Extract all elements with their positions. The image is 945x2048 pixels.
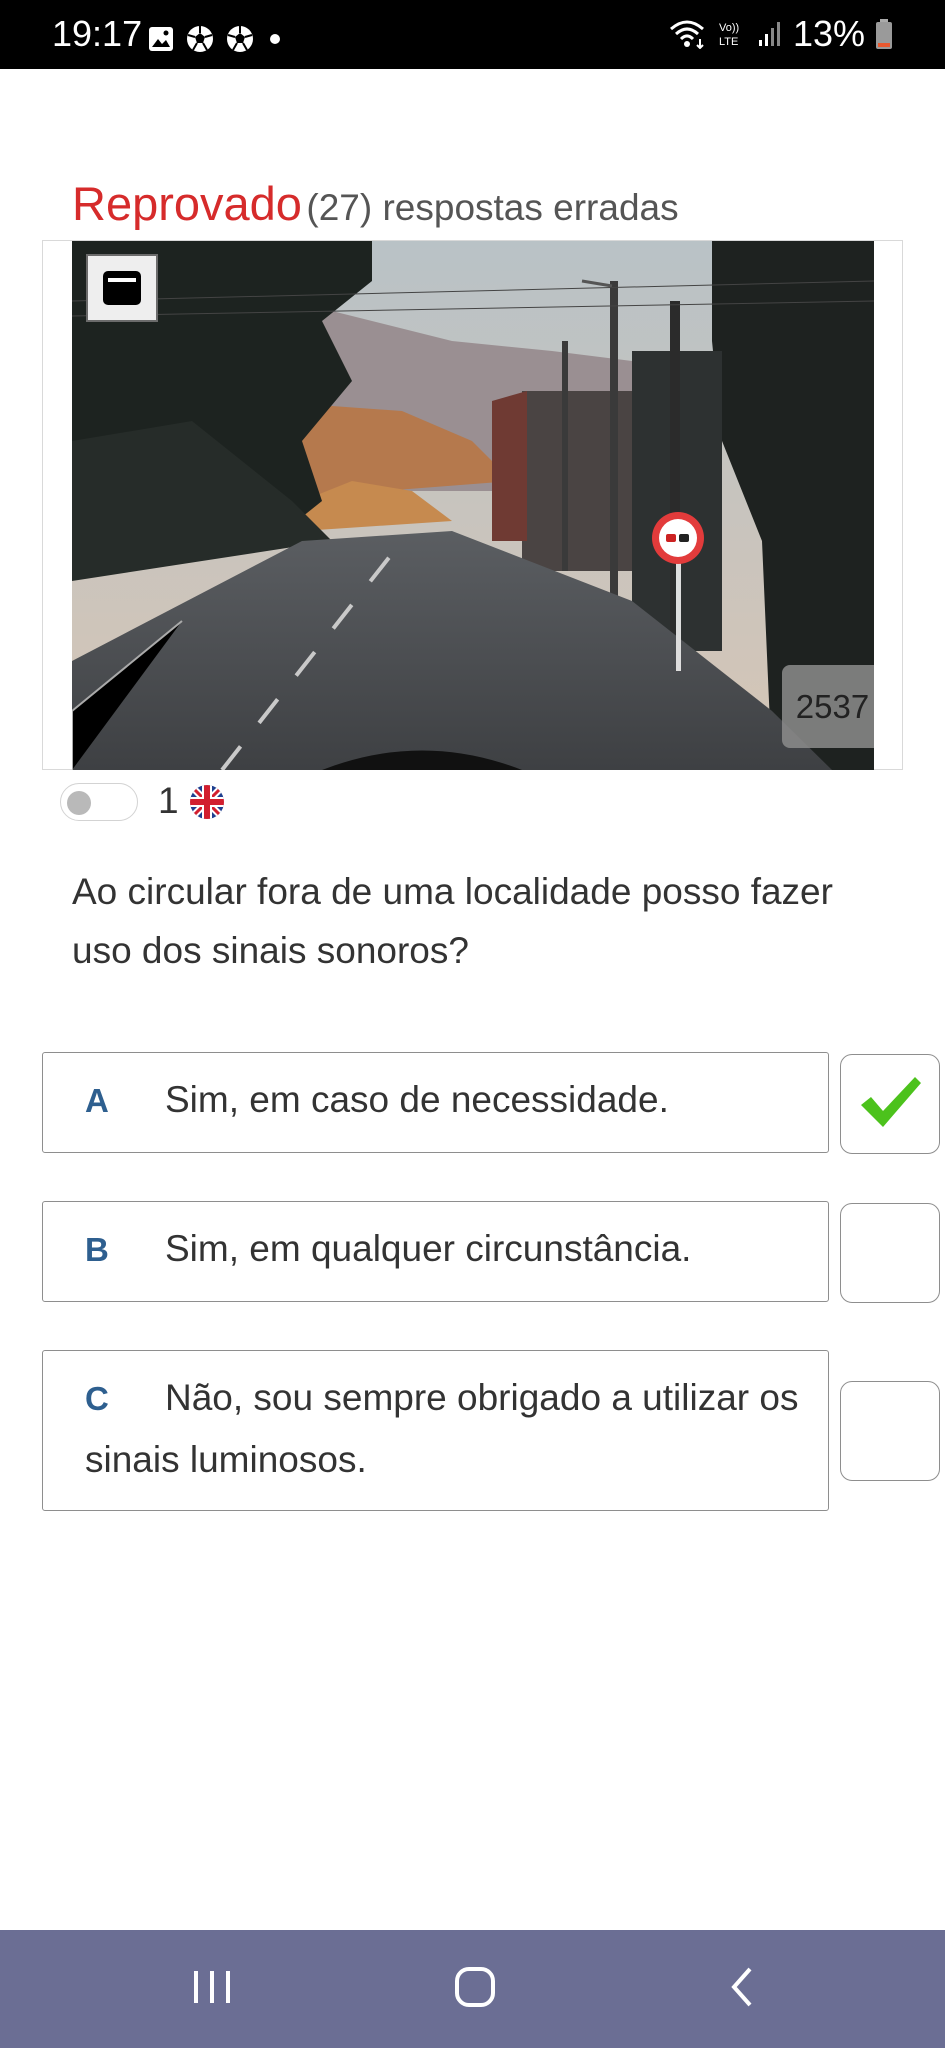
answer-letter: A (85, 1082, 109, 1119)
question-image-frame: 2537 (42, 240, 903, 770)
status-left-icons (147, 24, 285, 54)
answer-checkbox-a[interactable] (840, 1054, 940, 1154)
toggle-knob (67, 791, 91, 815)
expand-image-button[interactable] (86, 254, 158, 322)
signal-icon (757, 20, 783, 48)
gallery-icon (147, 25, 175, 53)
back-button[interactable] (682, 1930, 802, 2048)
answer-text: Sim, em qualquer circunstância. (165, 1228, 692, 1269)
answer-checkbox-b[interactable] (840, 1203, 940, 1303)
question-photo[interactable]: 2537 (72, 241, 874, 770)
home-button[interactable] (415, 1930, 535, 2048)
question-text: Ao circular fora de uma localidade posso… (72, 871, 833, 971)
navigation-bar (0, 1930, 945, 2048)
question-id-badge: 2537 (782, 665, 874, 748)
svg-text:LTE: LTE (719, 36, 738, 48)
volte-icon: Vo)) LTE (717, 19, 747, 49)
status-time: 19:17 (52, 13, 143, 54)
answer-letter: C (85, 1380, 109, 1417)
answer-letter: B (85, 1231, 109, 1268)
result-status: Reprovado (72, 177, 302, 230)
recent-apps-icon (190, 1967, 234, 2012)
battery-icon (875, 18, 893, 50)
result-detail: (27) respostas erradas (306, 187, 679, 228)
answer-text: Não, sou sempre obrigado a utilizar os s… (85, 1377, 799, 1480)
soccer-ball-icon (185, 24, 215, 54)
question-number: 1 (158, 780, 179, 821)
answer-text: Sim, em caso de necessidade. (165, 1079, 669, 1120)
answer-option-a[interactable]: A Sim, em caso de necessidade. (42, 1052, 829, 1153)
expand-icon (101, 269, 143, 307)
battery-percent: 13% (792, 13, 865, 54)
answer-checkbox-c[interactable] (840, 1381, 940, 1481)
home-icon (453, 1965, 497, 2014)
result-header: Reprovado (27) respostas erradas (72, 176, 679, 231)
wifi-icon (667, 19, 707, 49)
checkmark-icon (855, 1071, 925, 1138)
answer-option-c[interactable]: C Não, sou sempre obrigado a utilizar os … (42, 1350, 829, 1511)
notification-dot-icon (265, 29, 285, 49)
answer-option-b[interactable]: B Sim, em qualquer circunstância. (42, 1201, 829, 1302)
translate-toggle[interactable] (60, 783, 138, 821)
uk-flag-icon[interactable] (190, 785, 224, 819)
status-bar: 19:17 Vo)) LTE 13% (0, 0, 945, 69)
recent-apps-button[interactable] (152, 1930, 272, 2048)
back-icon (724, 1965, 760, 2014)
soccer-ball-icon (225, 24, 255, 54)
svg-text:Vo)): Vo)) (719, 22, 739, 34)
status-right-icons: Vo)) LTE 13% (667, 14, 893, 54)
